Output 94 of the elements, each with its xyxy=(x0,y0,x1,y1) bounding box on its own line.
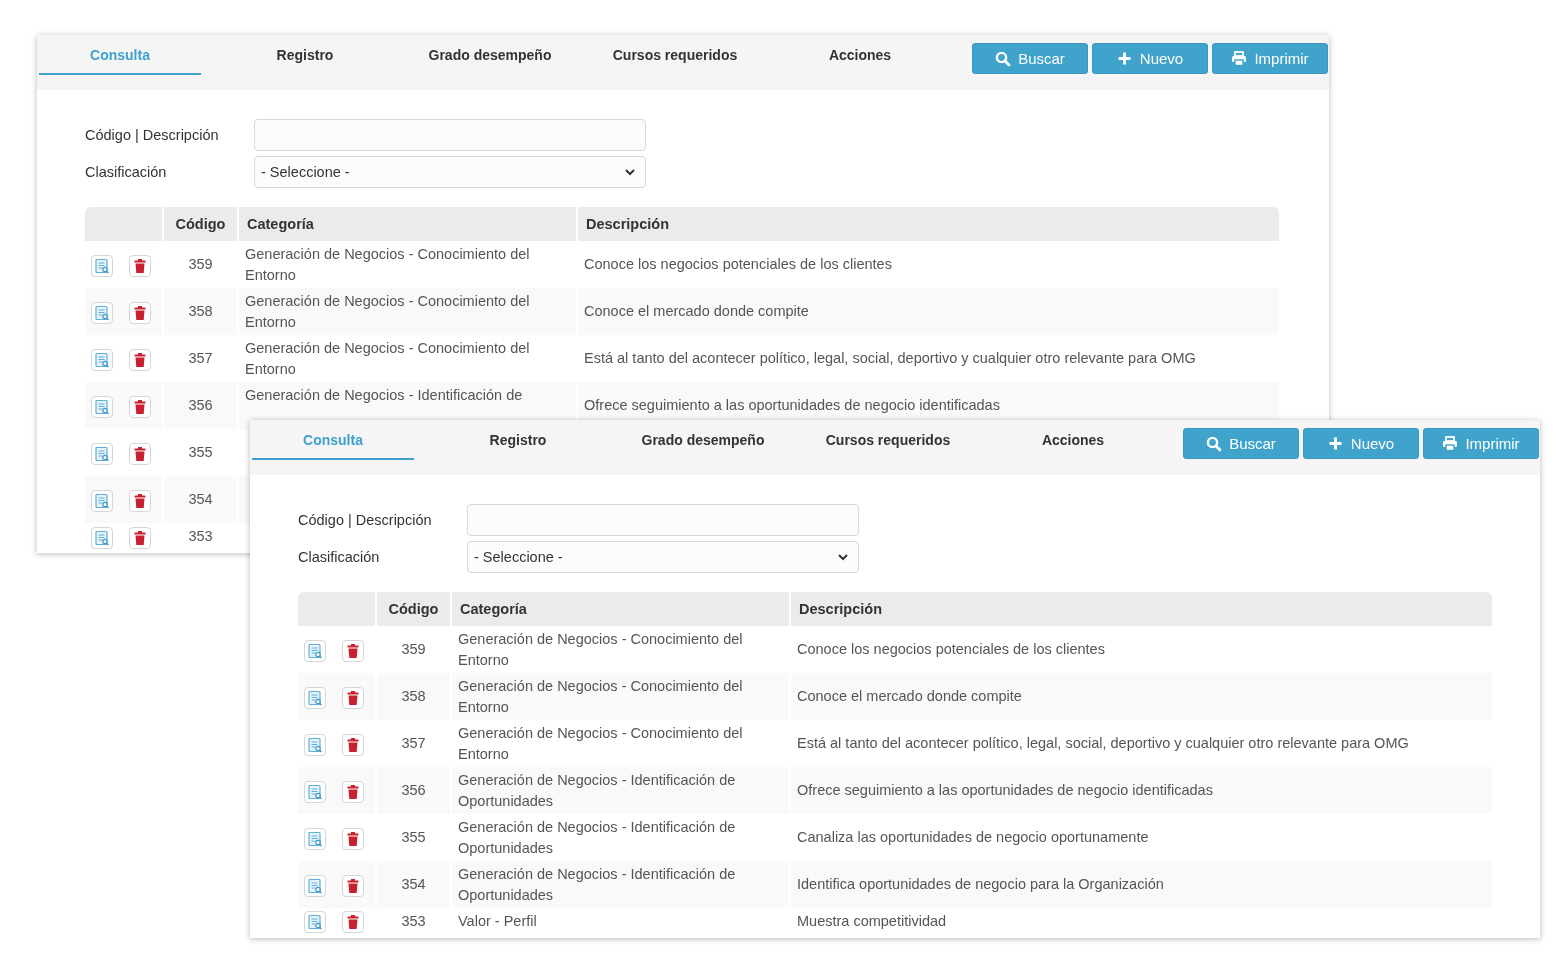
delete-icon[interactable] xyxy=(129,526,151,549)
tab[interactable]: Registro xyxy=(437,420,599,460)
description-cell: Conoce los negocios potenciales de los clientes xyxy=(797,641,1105,657)
tab[interactable]: Acciones xyxy=(992,420,1154,460)
printer-icon xyxy=(1442,435,1459,452)
plus-icon xyxy=(1116,50,1133,67)
delete-icon[interactable] xyxy=(129,301,151,324)
view-details-icon[interactable] xyxy=(91,348,113,371)
delete-icon[interactable] xyxy=(342,639,364,662)
view-details-icon[interactable] xyxy=(304,874,326,897)
description-cell: Está al tanto del acontecer político, legal, social, deportivo y cualquier otro relevante para OMG xyxy=(584,350,1196,366)
category-cell: Generación de Negocios - Conocimiento del Entorno xyxy=(245,292,530,330)
category-cell: Generación de Negocios - Identificación de xyxy=(245,386,523,403)
view-details-icon[interactable] xyxy=(91,489,113,512)
view-details-icon[interactable] xyxy=(91,442,113,465)
description-cell: Está al tanto del acontecer político, legal, social, deportivo y cualquier otro relevante para OMG xyxy=(797,735,1409,751)
view-details-icon[interactable] xyxy=(91,301,113,324)
tab[interactable]: Registro xyxy=(224,35,386,75)
description-cell: Conoce el mercado donde compite xyxy=(797,688,1022,704)
field-label: Código | Descripción xyxy=(298,512,433,528)
description-cell: Canaliza las oportunidades de negocio oportunamente xyxy=(797,829,1149,845)
description-cell: Ofrece seguimiento a las oportunidades de negocio identificadas xyxy=(584,397,1000,413)
tab[interactable]: Acciones xyxy=(779,35,941,75)
code-cell-text: 355 xyxy=(187,443,214,462)
view-details-icon[interactable] xyxy=(91,395,113,418)
category-cell: Generación de Negocios - Conocimiento del Entorno xyxy=(458,724,743,762)
search-field[interactable] xyxy=(467,504,859,536)
code-cell: 354 xyxy=(377,861,450,908)
category-cell: Generación de Negocios - Identificación de Oportunidades xyxy=(458,771,736,809)
printer-icon xyxy=(1231,50,1248,67)
delete-icon[interactable] xyxy=(129,348,151,371)
delete-icon[interactable] xyxy=(129,489,151,512)
delete-icon[interactable] xyxy=(342,911,364,934)
category-cell: Generación de Negocios - Conocimiento del Entorno xyxy=(245,245,530,283)
code-cell: 356 xyxy=(377,767,450,814)
dropdown[interactable]: - Seleccione - xyxy=(467,541,859,573)
view-details-icon[interactable] xyxy=(91,526,113,549)
column-header: Descripción xyxy=(578,207,1279,241)
code-cell-text: 353 xyxy=(400,911,427,931)
view-details-icon[interactable] xyxy=(304,639,326,662)
category-cell: Generación de Negocios - Identificación de Oportunidades xyxy=(458,865,736,903)
tab[interactable]: Cursos requeridos xyxy=(807,420,969,460)
code-cell: 358 xyxy=(164,288,237,335)
delete-icon[interactable] xyxy=(342,874,364,897)
delete-icon[interactable] xyxy=(342,827,364,850)
code-cell: 354 xyxy=(164,476,237,523)
field-label: Clasificación xyxy=(298,549,381,565)
view-details-icon[interactable] xyxy=(304,827,326,850)
view-details-icon[interactable] xyxy=(304,733,326,756)
view-details-icon[interactable] xyxy=(304,686,326,709)
description-cell: Identifica oportunidades de negocio para la Organización xyxy=(797,876,1164,892)
code-cell: 358 xyxy=(377,673,450,720)
column-header: Categoría xyxy=(452,592,789,626)
category-cell: Valor - Perfil xyxy=(458,912,537,929)
code-cell-text: 357 xyxy=(187,349,214,368)
chevron-down-icon xyxy=(838,553,848,561)
chevron-down-icon xyxy=(625,168,635,176)
code-cell-text: 357 xyxy=(400,734,427,753)
code-cell-text: 359 xyxy=(187,255,214,274)
delete-icon[interactable] xyxy=(342,686,364,709)
dropdown[interactable]: - Seleccione - xyxy=(254,156,646,188)
category-cell: Generación de Negocios - Conocimiento del Entorno xyxy=(458,630,743,668)
description-cell: Conoce los negocios potenciales de los clientes xyxy=(584,256,892,272)
view-details-icon[interactable] xyxy=(304,780,326,803)
delete-icon[interactable] xyxy=(129,254,151,277)
category-cell: Generación de Negocios - Identificación de Oportunidades xyxy=(458,818,736,856)
column-header: Descripción xyxy=(791,592,1492,626)
search-icon xyxy=(995,50,1012,67)
tab[interactable]: Grado desempeño xyxy=(409,35,571,75)
column-header: Código xyxy=(377,592,450,626)
code-cell: 356 xyxy=(164,382,237,429)
plus-icon xyxy=(1327,435,1344,452)
column-header: Código xyxy=(164,207,237,241)
category-cell: Generación de Negocios - Conocimiento del Entorno xyxy=(245,339,530,377)
delete-icon[interactable] xyxy=(129,395,151,418)
field-label: Clasificación xyxy=(85,164,168,180)
delete-icon[interactable] xyxy=(129,442,151,465)
field-label: Código | Descripción xyxy=(85,127,220,143)
description-cell: Conoce el mercado donde compite xyxy=(584,303,809,319)
code-cell-text: 359 xyxy=(400,640,427,659)
tab[interactable]: Grado desempeño xyxy=(622,420,784,460)
search-field[interactable] xyxy=(254,119,646,151)
description-cell: Muestra competitividad xyxy=(797,912,947,929)
delete-icon[interactable] xyxy=(342,780,364,803)
category-cell: Generación de Negocios - Conocimiento del Entorno xyxy=(458,677,743,715)
code-cell-text: 353 xyxy=(187,527,214,546)
column-header: Categoría xyxy=(239,207,576,241)
tab[interactable]: Cursos requeridos xyxy=(594,35,756,75)
view-details-icon[interactable] xyxy=(304,911,326,934)
search-icon xyxy=(1206,435,1223,452)
delete-icon[interactable] xyxy=(342,733,364,756)
view-details-icon[interactable] xyxy=(91,254,113,277)
code-cell-text: 355 xyxy=(400,828,427,847)
description-cell: Ofrece seguimiento a las oportunidades de negocio identificadas xyxy=(797,782,1213,798)
